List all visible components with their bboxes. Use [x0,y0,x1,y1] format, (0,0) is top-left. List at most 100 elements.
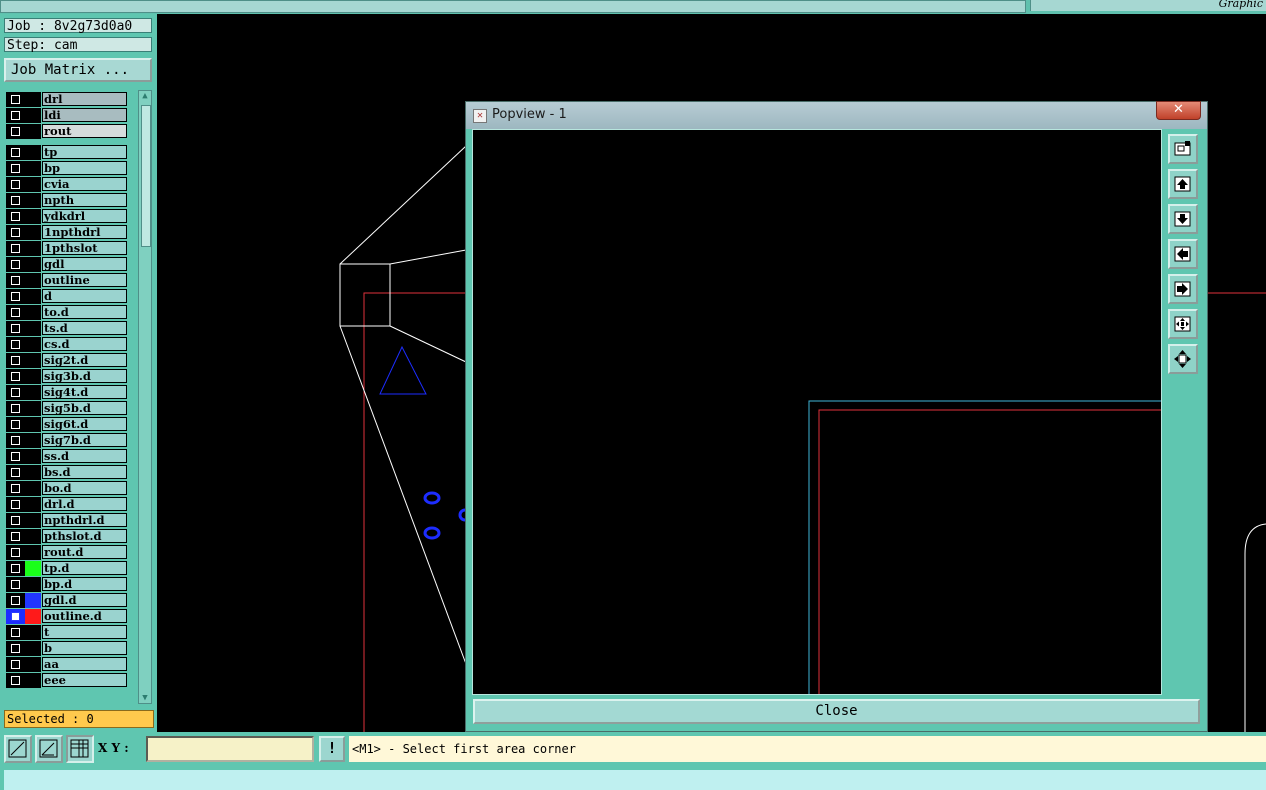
layer-checkbox[interactable] [6,545,25,560]
layer-checkbox[interactable] [6,92,25,107]
popview-close-button[interactable]: Close [473,699,1200,724]
layer-name[interactable]: npth [42,193,127,207]
layer-checkbox[interactable] [6,449,25,464]
layer-checkbox[interactable] [6,481,25,496]
layer-color-swatch[interactable] [25,625,41,640]
layer-color-swatch[interactable] [25,577,41,592]
layer-name[interactable]: tp.d [42,561,127,575]
layer-row[interactable]: sig4t.d [6,385,128,400]
layer-row[interactable]: pthslot.d [6,529,128,544]
layer-color-swatch[interactable] [25,497,41,512]
layer-name[interactable]: ldi [42,108,127,122]
layer-color-swatch[interactable] [25,193,41,208]
layer-checkbox[interactable] [6,625,25,640]
layer-row[interactable]: gdl [6,257,128,272]
xy-coordinate-input[interactable] [146,736,314,762]
layer-name[interactable]: rout.d [42,545,127,559]
measure-icon[interactable] [35,735,63,763]
layer-color-swatch[interactable] [25,273,41,288]
layer-checkbox[interactable] [6,353,25,368]
layer-row[interactable]: gdl.d [6,593,128,608]
layer-row[interactable]: d [6,289,128,304]
layer-name[interactable]: sig3b.d [42,369,127,383]
layer-name[interactable]: b [42,641,127,655]
layer-row[interactable]: drl.d [6,497,128,512]
layer-color-swatch[interactable] [25,225,41,240]
layer-row[interactable]: outline [6,273,128,288]
layer-checkbox[interactable] [6,577,25,592]
scroll-up-arrow-icon[interactable]: ▲ [140,91,150,101]
layer-color-swatch[interactable] [25,321,41,336]
layer-checkbox[interactable] [6,145,25,160]
layer-row[interactable]: t [6,625,128,640]
layer-color-swatch[interactable] [25,209,41,224]
layer-name[interactable]: tp [42,145,127,159]
layer-row[interactable]: b [6,641,128,656]
layer-row[interactable]: 1npthdrl [6,225,128,240]
layer-name[interactable]: ydkdrl [42,209,127,223]
layer-name[interactable]: 1pthslot [42,241,127,255]
layer-row[interactable]: bo.d [6,481,128,496]
layer-row[interactable]: npthdrl.d [6,513,128,528]
layer-color-swatch[interactable] [25,401,41,416]
layer-color-swatch[interactable] [25,353,41,368]
layer-name[interactable]: pthslot.d [42,529,127,543]
layer-row[interactable]: sig2t.d [6,353,128,368]
layer-name[interactable]: bp.d [42,577,127,591]
layer-row[interactable]: ts.d [6,321,128,336]
layer-name[interactable]: outline.d [42,609,127,623]
layer-row[interactable]: sig5b.d [6,401,128,416]
layer-color-swatch[interactable] [25,305,41,320]
layer-checkbox[interactable] [6,433,25,448]
layer-color-swatch[interactable] [25,433,41,448]
pan-up-icon[interactable] [1168,169,1198,199]
layer-color-swatch[interactable] [25,513,41,528]
scroll-down-arrow-icon[interactable]: ▼ [140,693,150,703]
layer-row[interactable]: cvia [6,177,128,192]
pan-down-icon[interactable] [1168,204,1198,234]
layer-color-swatch[interactable] [25,124,41,139]
layer-name[interactable]: rout [42,124,127,138]
layer-name[interactable]: aa [42,657,127,671]
layer-name[interactable]: to.d [42,305,127,319]
grid-icon[interactable] [66,735,94,763]
layer-checkbox[interactable] [6,108,25,123]
layer-row[interactable]: sig3b.d [6,369,128,384]
layer-name[interactable]: cvia [42,177,127,191]
layer-checkbox[interactable] [6,417,25,432]
layer-row[interactable]: to.d [6,305,128,320]
layer-color-swatch[interactable] [25,657,41,672]
layer-checkbox[interactable] [6,257,25,272]
layer-color-swatch[interactable] [25,481,41,496]
layer-row[interactable]: bp.d [6,577,128,592]
layer-name[interactable]: sig4t.d [42,385,127,399]
layer-checkbox[interactable] [6,369,25,384]
layer-checkbox[interactable] [6,225,25,240]
pan-right-icon[interactable] [1168,274,1198,304]
layer-name[interactable]: eee [42,673,127,687]
layer-name[interactable]: cs.d [42,337,127,351]
layer-color-swatch[interactable] [25,385,41,400]
layer-row[interactable]: ydkdrl [6,209,128,224]
layer-checkbox[interactable] [6,641,25,656]
layer-row[interactable]: ldi [6,108,128,123]
layer-row[interactable]: aa [6,657,128,672]
layer-name[interactable]: bo.d [42,481,127,495]
layer-checkbox[interactable] [6,465,25,480]
layer-row[interactable]: eee [6,673,128,688]
layer-checkbox[interactable] [6,305,25,320]
layer-row[interactable]: tp.d [6,561,128,576]
layer-row[interactable]: cs.d [6,337,128,352]
layer-name[interactable]: drl [42,92,127,106]
layer-color-swatch[interactable] [25,241,41,256]
layer-checkbox[interactable] [6,209,25,224]
layer-name[interactable]: npthdrl.d [42,513,127,527]
layer-row[interactable]: tp [6,145,128,160]
layer-name[interactable]: sig2t.d [42,353,127,367]
layer-checkbox[interactable] [6,561,25,576]
zoom-home-icon[interactable] [1168,309,1198,339]
layer-name[interactable]: bp [42,161,127,175]
alert-button[interactable]: ! [319,736,345,762]
layer-name[interactable]: gdl [42,257,127,271]
layer-name[interactable]: gdl.d [42,593,127,607]
